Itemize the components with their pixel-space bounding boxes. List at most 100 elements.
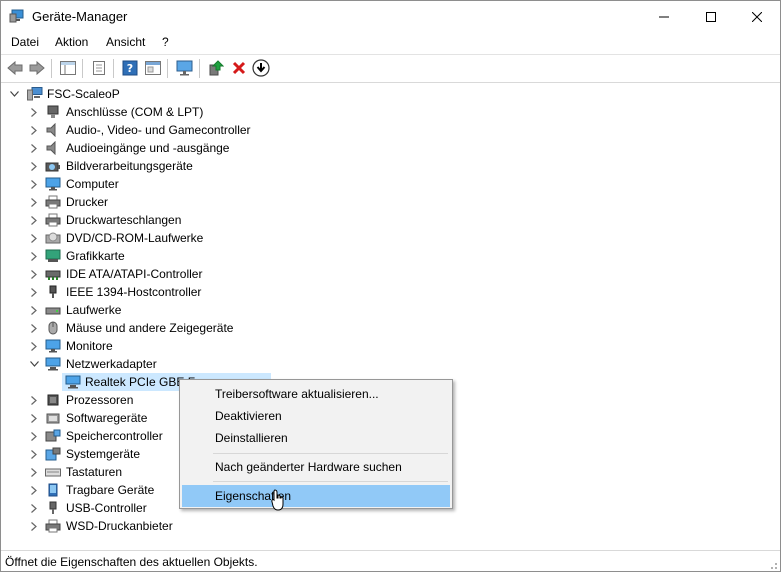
chevron-right-icon[interactable]: [29, 229, 39, 247]
maximize-icon: [706, 11, 716, 22]
title-bar[interactable]: Geräte-Manager: [1, 1, 780, 32]
close-button[interactable]: [734, 1, 780, 32]
tree-root[interactable]: FSC-ScaleoP: [1, 85, 301, 103]
tree-category-item[interactable]: Laufwerke: [1, 301, 301, 319]
menu-bar: Datei Aktion Ansicht ?: [1, 32, 780, 53]
ctx-separator: [213, 453, 448, 454]
chevron-right-icon[interactable]: [29, 121, 39, 139]
tree-category-label: Audioeingänge und -ausgänge: [66, 141, 230, 155]
disable-device-button[interactable]: [252, 59, 270, 77]
tree-category-label: Audio-, Video- und Gamecontroller: [66, 123, 251, 137]
tree-category-label: Computer: [66, 177, 119, 191]
tree-category-item[interactable]: Grafikkarte: [1, 247, 301, 265]
properties-button[interactable]: [90, 59, 108, 77]
window-view-icon: [145, 61, 161, 75]
tree-category-label: Netzwerkadapter: [66, 357, 157, 371]
speaker-icon: [46, 141, 56, 155]
tree-category-item[interactable]: IEEE 1394-Hostcontroller: [1, 283, 301, 301]
tree-category-label: Druckwarteschlangen: [66, 213, 182, 227]
tree-category-label: Drucker: [66, 195, 109, 209]
tree-category-item[interactable]: Audio-, Video- und Gamecontroller: [1, 121, 301, 139]
ctx-scan-hardware[interactable]: Nach geänderter Hardware suchen: [182, 456, 450, 478]
network-icon: [45, 357, 61, 371]
tree-category-item[interactable]: IDE ATA/ATAPI-Controller: [1, 265, 301, 283]
status-bar: Öffnet die Eigenschaften des aktuellen O…: [1, 550, 780, 571]
tree-category-label: Grafikkarte: [66, 249, 125, 263]
toolbar-separator: [82, 59, 83, 78]
context-menu: Treibersoftware aktualisieren... Deaktiv…: [179, 379, 453, 509]
chevron-right-icon[interactable]: [29, 157, 39, 175]
menu-file[interactable]: Datei: [11, 35, 39, 49]
chevron-right-icon[interactable]: [29, 175, 39, 193]
tree-category-item[interactable]: Anschlüsse (COM & LPT): [1, 103, 301, 121]
tree-category-item[interactable]: Bildverarbeitungsgeräte: [1, 157, 301, 175]
monitor-icon: [45, 339, 61, 353]
tree-category-item[interactable]: DVD/CD-ROM-Laufwerke: [1, 229, 301, 247]
chevron-right-icon[interactable]: [29, 427, 39, 445]
chevron-right-icon[interactable]: [29, 301, 39, 319]
tree-category-item[interactable]: Monitore: [1, 337, 301, 355]
chevron-right-icon[interactable]: [29, 499, 39, 517]
arrow-right-icon: [29, 61, 45, 75]
chevron-down-icon[interactable]: [9, 85, 19, 103]
minimize-icon: [659, 16, 669, 17]
chevron-right-icon[interactable]: [29, 139, 39, 157]
chevron-right-icon[interactable]: [29, 409, 39, 427]
view-button[interactable]: [144, 59, 162, 77]
chevron-right-icon[interactable]: [29, 337, 39, 355]
tree-category-item[interactable]: Computer: [1, 175, 301, 193]
uninstall-button[interactable]: [230, 59, 248, 77]
menu-help[interactable]: ?: [162, 35, 169, 49]
ctx-disable[interactable]: Deaktivieren: [182, 405, 450, 427]
storage-controller-icon: [45, 429, 61, 442]
show-hide-console-tree-button[interactable]: [59, 59, 77, 77]
status-text: Öffnet die Eigenschaften des aktuellen O…: [5, 555, 258, 569]
chevron-right-icon[interactable]: [29, 517, 39, 535]
console-tree-icon: [60, 61, 76, 75]
chevron-right-icon[interactable]: [29, 463, 39, 481]
tree-category-item[interactable]: Drucker: [1, 193, 301, 211]
chevron-down-icon[interactable]: [29, 355, 39, 373]
ctx-properties[interactable]: Eigenschaften: [182, 485, 450, 507]
toolbar: ?: [1, 54, 780, 83]
help-button[interactable]: ?: [121, 59, 139, 77]
tree-category-item[interactable]: WSD-Druckanbieter: [1, 517, 301, 535]
tree-category-label: Bildverarbeitungsgeräte: [66, 159, 193, 173]
printer-icon: [45, 195, 61, 209]
ctx-uninstall[interactable]: Deinstallieren: [182, 427, 450, 449]
tree-category-label: Softwaregeräte: [66, 411, 148, 425]
ctx-update-driver[interactable]: Treibersoftware aktualisieren...: [182, 383, 450, 405]
tree-category-item[interactable]: Mäuse und andere Zeigegeräte: [1, 319, 301, 337]
minimize-button[interactable]: [641, 1, 687, 32]
tree-category-label: Mäuse und andere Zeigegeräte: [66, 321, 234, 335]
chevron-right-icon[interactable]: [29, 103, 39, 121]
forward-button[interactable]: [28, 59, 46, 77]
menu-action[interactable]: Aktion: [55, 35, 88, 49]
chevron-right-icon[interactable]: [29, 319, 39, 337]
controller-icon: [45, 270, 61, 280]
chevron-right-icon[interactable]: [29, 283, 39, 301]
arrow-left-icon: [7, 61, 23, 75]
update-driver-button[interactable]: [207, 59, 225, 77]
tree-category-label: Tragbare Geräte: [66, 483, 155, 497]
usb-icon: [49, 501, 57, 514]
maximize-button[interactable]: [688, 1, 734, 32]
tree-category-label: Speichercontroller: [66, 429, 163, 443]
tree-category-item[interactable]: Druckwarteschlangen: [1, 211, 301, 229]
chevron-right-icon[interactable]: [29, 481, 39, 499]
disc-icon: [45, 232, 61, 244]
menu-view[interactable]: Ansicht: [106, 35, 145, 49]
resize-grip-icon[interactable]: [768, 560, 778, 570]
chevron-right-icon[interactable]: [29, 247, 39, 265]
chevron-right-icon[interactable]: [29, 445, 39, 463]
tree-category-item[interactable]: Netzwerkadapter: [1, 355, 301, 373]
toolbar-separator: [167, 59, 168, 78]
back-button[interactable]: [6, 59, 24, 77]
toolbar-separator: [51, 59, 52, 78]
tree-category-item[interactable]: Audioeingänge und -ausgänge: [1, 139, 301, 157]
chevron-right-icon[interactable]: [29, 211, 39, 229]
chevron-right-icon[interactable]: [29, 193, 39, 211]
chevron-right-icon[interactable]: [29, 265, 39, 283]
chevron-right-icon[interactable]: [29, 391, 39, 409]
scan-hardware-button[interactable]: [176, 59, 194, 77]
